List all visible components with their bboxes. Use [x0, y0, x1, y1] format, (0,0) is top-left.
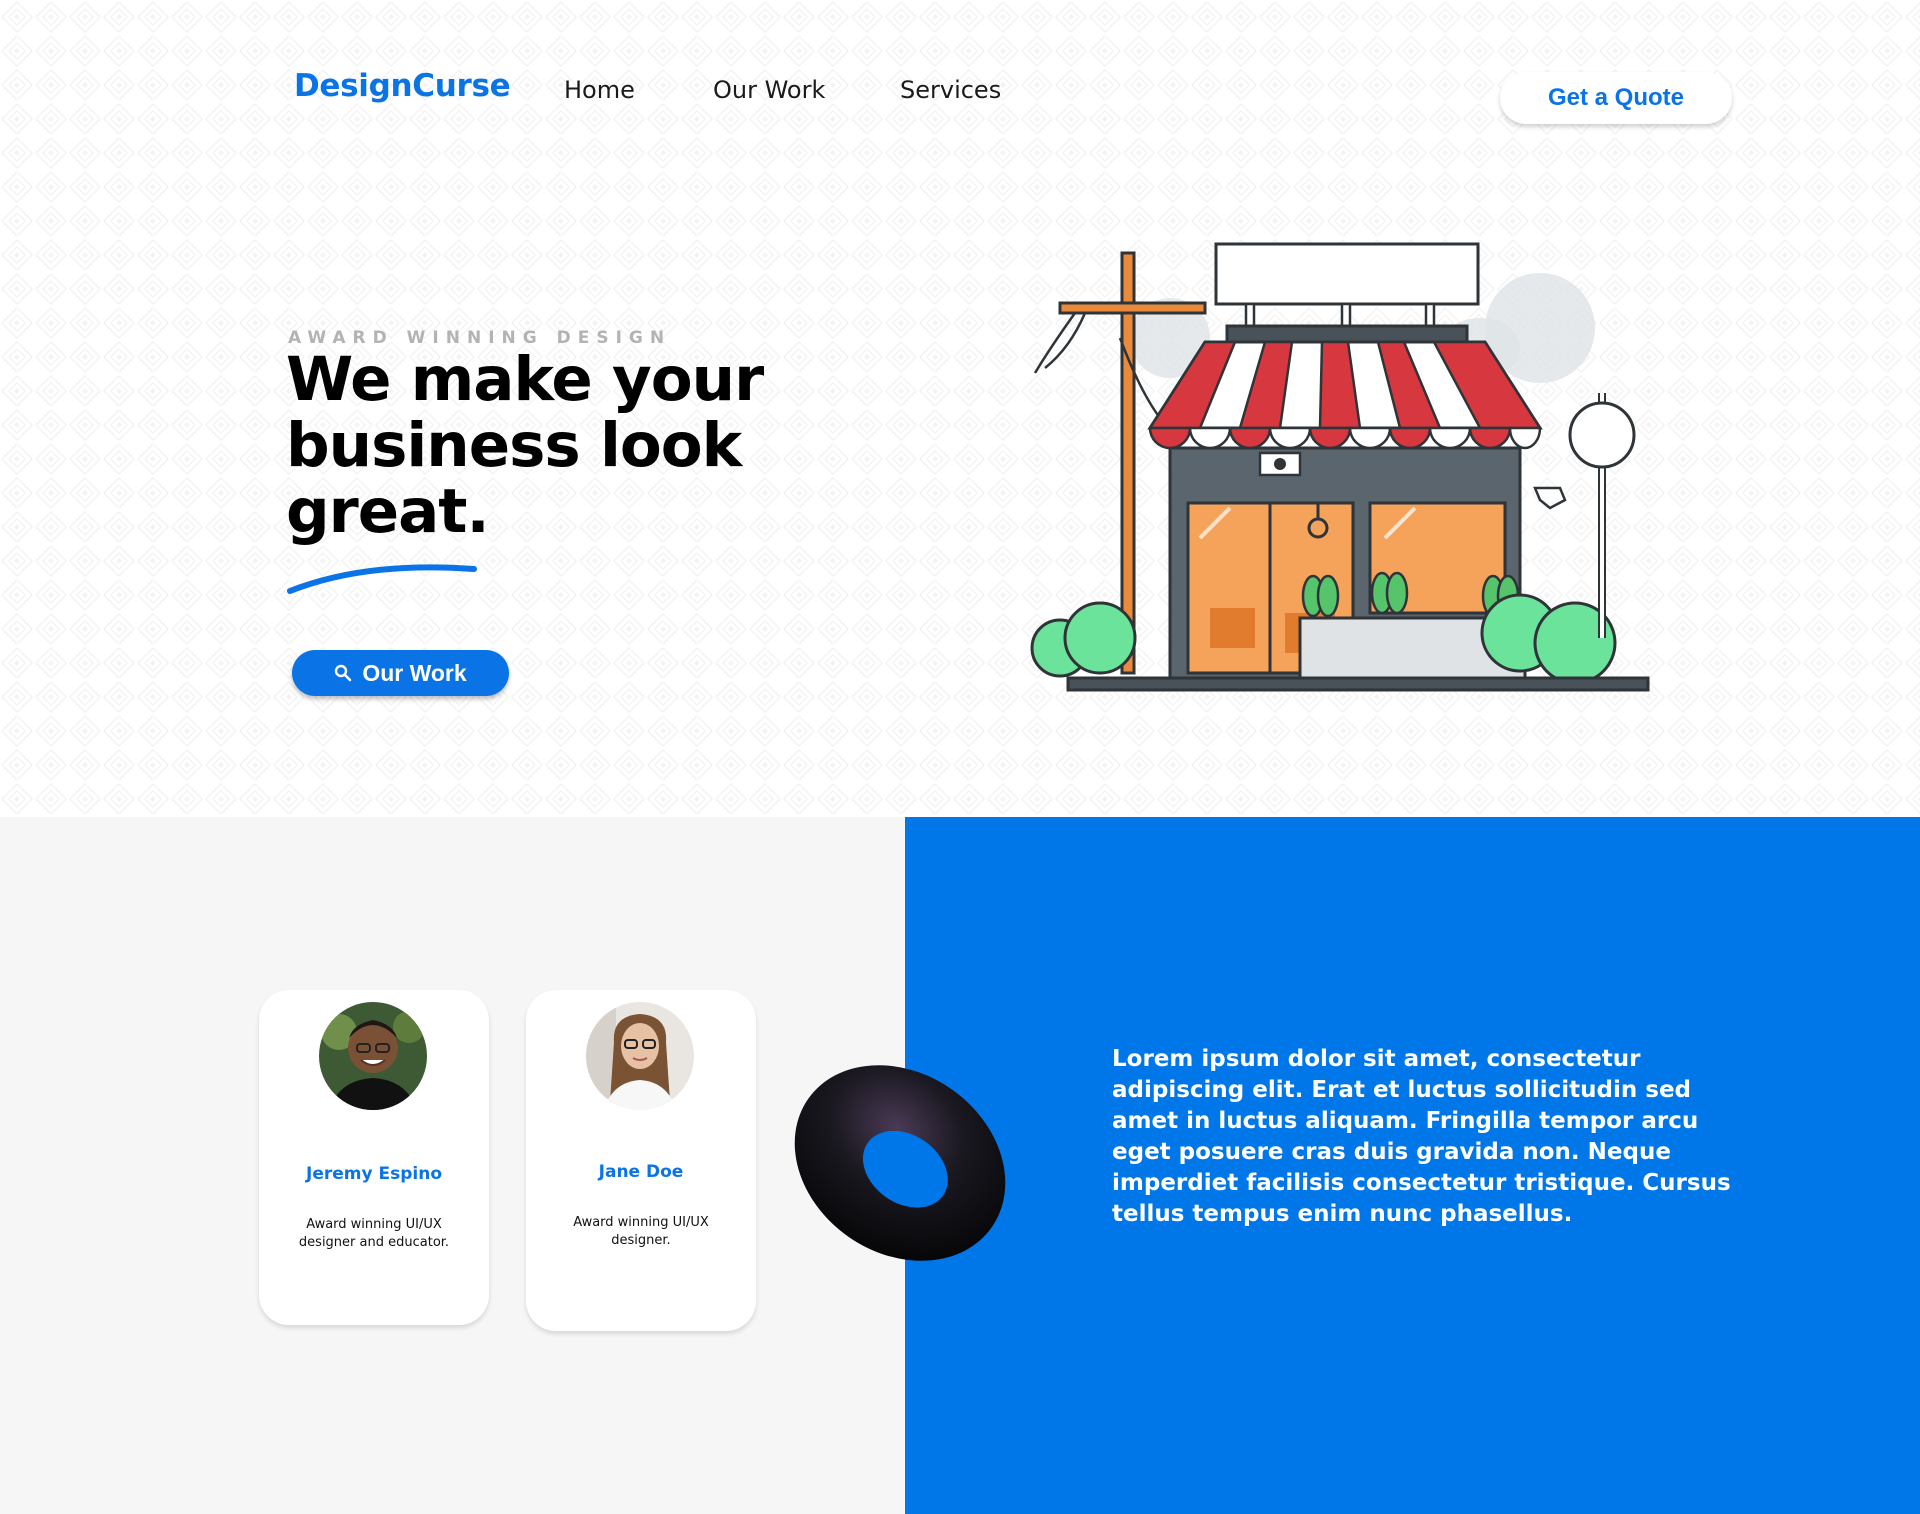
member-description: Award winning UI/UX designer and educato… [279, 1216, 469, 1252]
about-text-line: eget posuere cras duis gravida non. Nequ… [1112, 1139, 1671, 1165]
about-text-line: Lorem ipsum dolor sit amet, consectetur [1112, 1046, 1641, 1072]
member-description-line: Award winning UI/UX [306, 1217, 442, 1232]
hero-headline: We make your business look great. [286, 347, 846, 545]
member-description-line: designer and educator. [298, 1235, 450, 1250]
member-description-line: designer. [611, 1233, 671, 1248]
nav-home[interactable]: Home [564, 76, 635, 104]
headline-line: great. [286, 476, 490, 547]
about-text: Lorem ipsum dolor sit amet, consectetur … [1112, 1044, 1752, 1230]
team-card[interactable]: Jane Doe Award winning UI/UX designer. [526, 990, 756, 1331]
about-text-line: tellus tempus enim nunc phasellus. [1112, 1201, 1573, 1227]
about-text-line: imperdiet facilisis consectetur tristiqu… [1112, 1170, 1731, 1196]
headline-line: We make your [286, 344, 764, 415]
get-quote-button[interactable]: Get a Quote [1500, 72, 1732, 124]
member-description: Award winning UI/UX designer. [546, 1214, 736, 1250]
member-name: Jeremy Espino [306, 1164, 442, 1184]
avatar [586, 1002, 694, 1110]
about-text-line: amet in luctus aliquam. Fringilla tempor… [1112, 1108, 1699, 1134]
hero-section: DesignCurse Home Our Work Services Get a… [0, 0, 1920, 817]
nav-our-work[interactable]: Our Work [713, 76, 825, 104]
avatar [319, 1002, 427, 1110]
storefront-illustration [1030, 242, 1650, 692]
about-text-line: adipiscing elit. Erat et luctus sollicit… [1112, 1077, 1692, 1103]
torus-shape [794, 1065, 1006, 1261]
member-name: Jane Doe [598, 1162, 684, 1182]
search-icon [335, 664, 352, 682]
headline-line: business look [286, 410, 742, 481]
member-description-line: Award winning UI/UX [573, 1215, 709, 1230]
brand-logo[interactable]: DesignCurse [294, 68, 511, 104]
nav-services[interactable]: Services [900, 76, 1001, 104]
our-work-button-label: Our Work [362, 659, 467, 686]
team-card[interactable]: Jeremy Espino Award winning UI/UX design… [259, 990, 489, 1325]
headline-underline [287, 564, 477, 594]
our-work-button[interactable]: Our Work [292, 650, 509, 696]
